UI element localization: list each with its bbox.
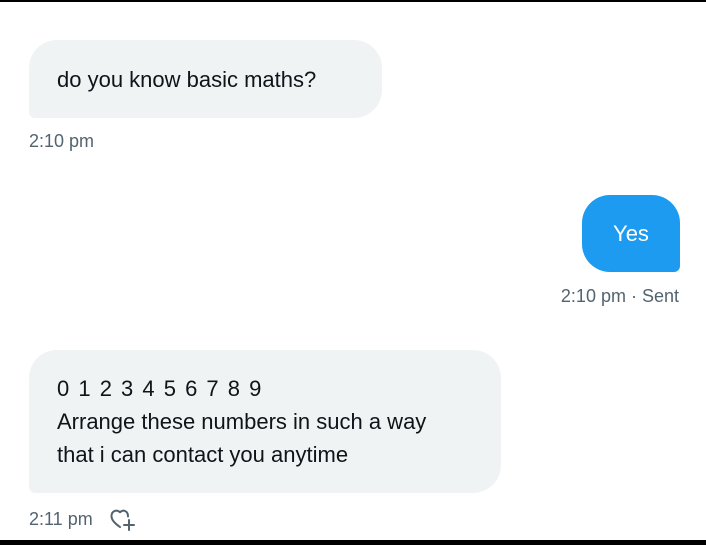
add-reaction-heart-icon[interactable] [107, 506, 137, 532]
message-timestamp: 2:11 pm [29, 509, 93, 529]
message-text-line: that i can contact you anytime [57, 442, 349, 467]
chat-conversation: do you know basic maths? 2:10 pm Yes 2:1… [0, 2, 706, 540]
message-bubble-sent[interactable]: Yes [582, 195, 680, 272]
message-bubble-received[interactable]: 0 1 2 3 4 5 6 7 8 9 Arrange these number… [29, 350, 501, 493]
message-text-line: Arrange these numbers in such a way [57, 409, 427, 434]
message-text-line: 0 1 2 3 4 5 6 7 8 9 [57, 376, 263, 401]
message-text: Yes [613, 221, 649, 246]
message-bubble-received[interactable]: do you know basic maths? [29, 40, 382, 118]
message-timestamp-status: 2:10 pm · Sent [560, 286, 679, 306]
message-meta: 2:11 pm [29, 506, 137, 532]
message-text: do you know basic maths? [57, 67, 317, 92]
message-timestamp: 2:10 pm [29, 131, 95, 151]
